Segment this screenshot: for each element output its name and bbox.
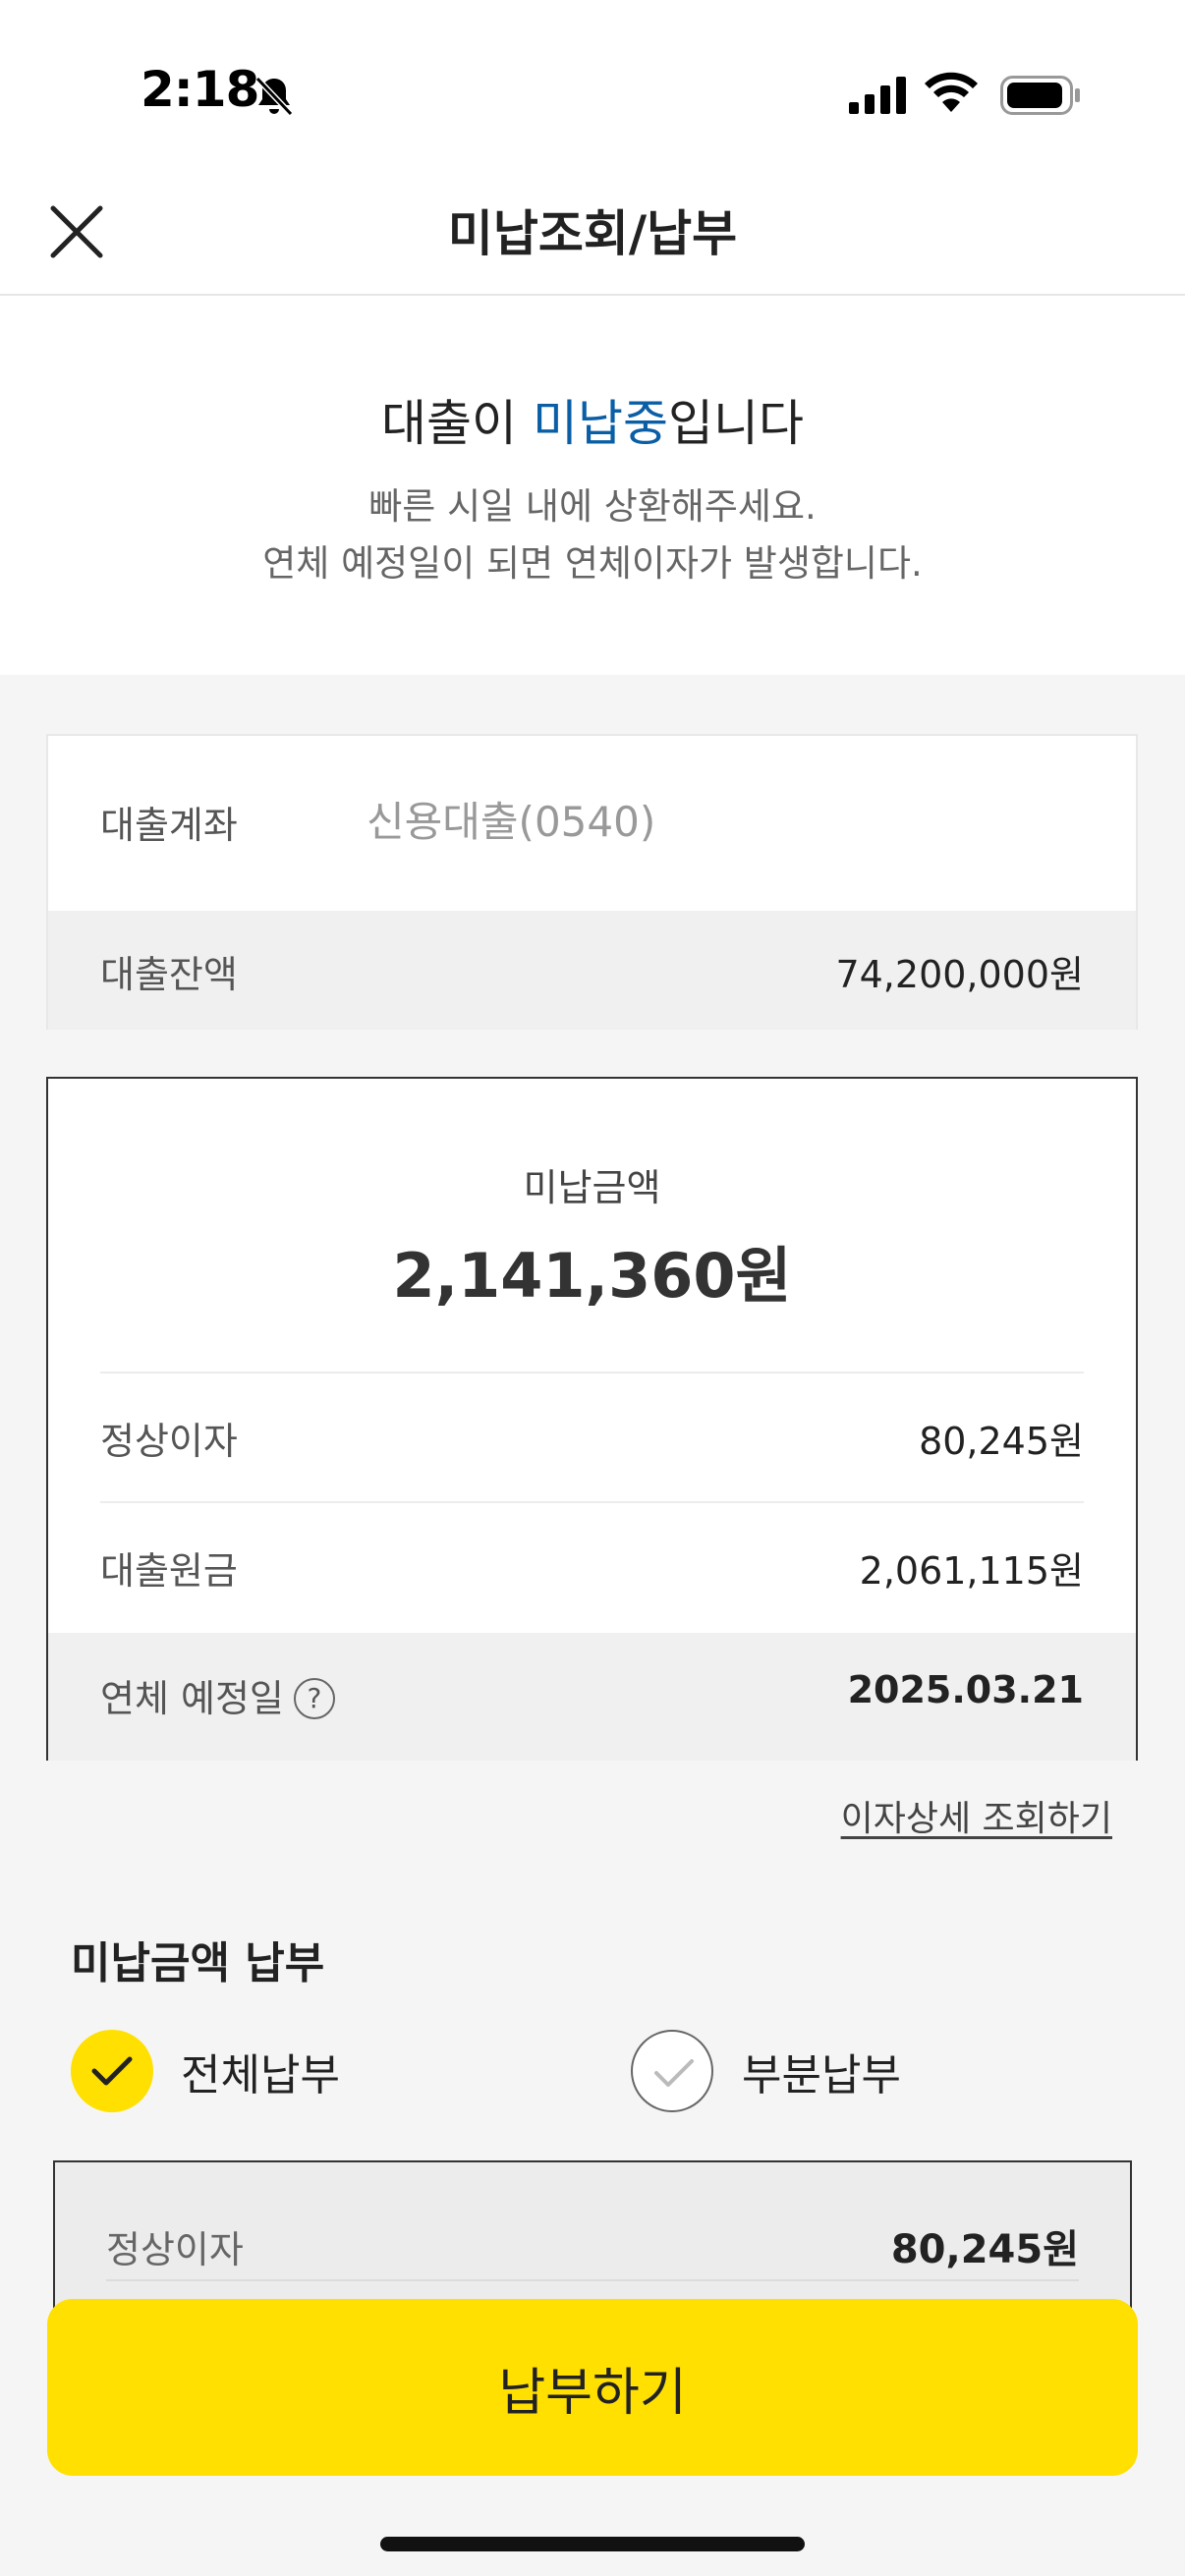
status-time: 2:18 bbox=[141, 61, 259, 118]
principal-label: 대출원금 bbox=[100, 1549, 238, 1593]
principal-value: 2,061,115원 bbox=[859, 1549, 1084, 1593]
notice-description-line1: 빠른 시일 내에 상환해주세요. bbox=[368, 485, 817, 528]
signal-icon bbox=[849, 77, 906, 114]
notice-title-accent: 미납중 bbox=[532, 395, 668, 452]
help-icon[interactable]: ? bbox=[293, 1678, 335, 1719]
unpaid-notice: 대출이 미납중입니다 빠른 시일 내에 상환해주세요. 연체 예정일이 되면 연… bbox=[0, 296, 1185, 675]
notice-title: 대출이 미납중입니다 bbox=[0, 384, 1185, 455]
normal-interest-label: 정상이자 bbox=[100, 1420, 238, 1463]
full-payment-label[interactable]: 전체납부 bbox=[181, 2040, 340, 2102]
notice-title-suffix: 입니다 bbox=[667, 395, 804, 452]
battery-icon bbox=[1000, 76, 1080, 115]
interest-detail-link[interactable]: 이자상세 조회하기 bbox=[841, 1790, 1112, 1841]
loan-account-value: 신용대출(0540) bbox=[367, 798, 656, 846]
unpaid-amount-label: 미납금액 bbox=[523, 1166, 661, 1209]
divider bbox=[100, 1372, 1084, 1373]
header: 미납조회/납부 bbox=[0, 167, 1185, 296]
notice-description-line2: 연체 예정일이 되면 연체이자가 발생합니다. bbox=[262, 542, 923, 585]
partial-payment-label[interactable]: 부분납부 bbox=[742, 2040, 901, 2102]
due-date-label-text: 연체 예정일 bbox=[100, 1677, 284, 1720]
payment-section-title: 미납금액 납부 bbox=[71, 1938, 325, 1988]
wifi-icon bbox=[925, 72, 978, 112]
page-title: 미납조회/납부 bbox=[447, 205, 738, 262]
due-date-value: 2025.03.21 bbox=[847, 1668, 1084, 1711]
loan-balance-row: 대출잔액 74,200,000원 bbox=[48, 911, 1136, 1030]
due-date-row: 연체 예정일? 2025.03.21 bbox=[48, 1633, 1136, 1761]
home-indicator bbox=[380, 2537, 805, 2551]
bell-slash-icon bbox=[254, 76, 294, 117]
divider bbox=[106, 2279, 1079, 2281]
breakdown-interest-value: 80,245원 bbox=[890, 2227, 1079, 2272]
divider bbox=[100, 1501, 1084, 1503]
loan-account-row: 대출계좌 신용대출(0540) bbox=[48, 736, 1136, 911]
breakdown-interest-label: 정상이자 bbox=[106, 2228, 244, 2271]
unpaid-amount-card: 미납금액 2,141,360원 정상이자 80,245원 대출원금 2,061,… bbox=[46, 1077, 1138, 1761]
partial-payment-radio[interactable] bbox=[631, 2030, 713, 2112]
loan-balance-label: 대출잔액 bbox=[100, 953, 238, 996]
home-bar-area bbox=[0, 2476, 1185, 2576]
loan-info-card: 대출계좌 신용대출(0540) 대출잔액 74,200,000원 bbox=[46, 734, 1138, 1030]
pay-button[interactable]: 납부하기 bbox=[47, 2299, 1138, 2476]
check-icon bbox=[654, 2059, 694, 2087]
unpaid-amount-value: 2,141,360원 bbox=[392, 1240, 792, 1312]
notice-title-prefix: 대출이 bbox=[381, 395, 533, 452]
screen: 2:18 미납조회/납부 대출이 미납중입니다 빠른 시일 내에 상환해주세요.… bbox=[0, 0, 1185, 2576]
loan-balance-value: 74,200,000원 bbox=[835, 953, 1084, 996]
full-payment-radio[interactable] bbox=[71, 2030, 153, 2112]
status-bar: 2:18 bbox=[0, 0, 1185, 167]
normal-interest-value: 80,245원 bbox=[919, 1420, 1084, 1463]
due-date-label: 연체 예정일? bbox=[100, 1668, 335, 1722]
loan-account-label: 대출계좌 bbox=[100, 804, 238, 847]
check-icon bbox=[91, 2056, 133, 2086]
